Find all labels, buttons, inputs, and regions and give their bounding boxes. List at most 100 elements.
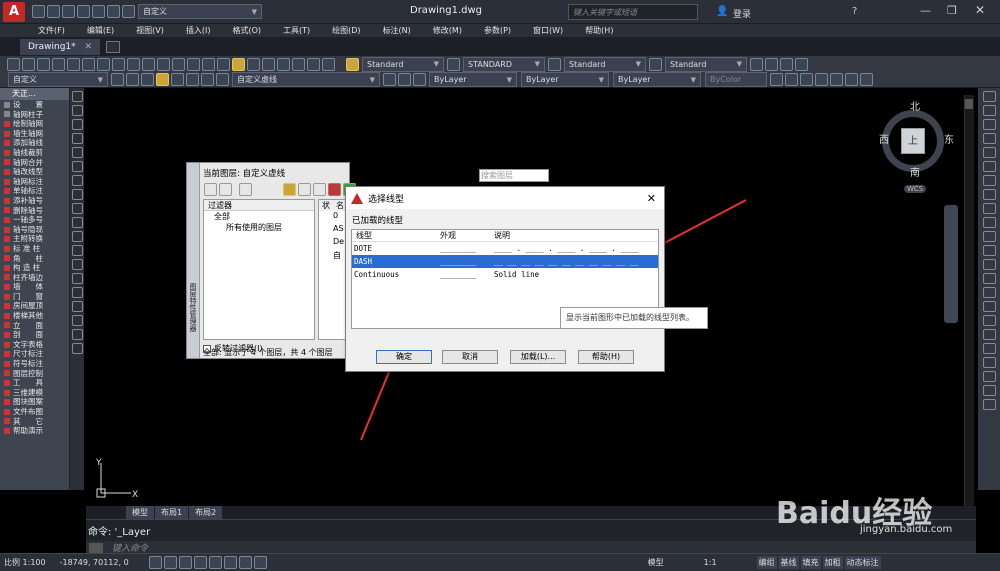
new-property-filter-icon[interactable]: [204, 183, 217, 196]
undo-icon[interactable]: [107, 5, 120, 18]
palette-item[interactable]: 立 面: [0, 321, 69, 331]
palette-item[interactable]: 剖 面: [0, 330, 69, 340]
status-icon[interactable]: [148, 556, 162, 569]
palette-item[interactable]: 符号标注: [0, 359, 69, 369]
fillet-icon[interactable]: [982, 287, 996, 298]
menu-tools[interactable]: 工具(T): [283, 25, 310, 36]
maximize-button[interactable]: ❐: [947, 4, 957, 17]
tab-close-icon[interactable]: ✕: [85, 42, 93, 52]
palette-item[interactable]: 标 准 柱: [0, 244, 69, 254]
palette-item[interactable]: 轴线裁剪: [0, 148, 69, 158]
zoom-window-icon[interactable]: [202, 57, 215, 71]
toolbar-icon[interactable]: [750, 57, 763, 71]
menu-dimension[interactable]: 标注(N): [383, 25, 411, 36]
layer-row[interactable]: 自: [319, 250, 348, 263]
zoom-previous-icon[interactable]: [217, 57, 230, 71]
pan-icon[interactable]: [172, 57, 185, 71]
viewcube[interactable]: 上 北 南 东 西 WCS: [874, 98, 958, 198]
palette-item[interactable]: 一轴多号: [0, 215, 69, 225]
preview-icon[interactable]: [67, 57, 80, 71]
stretch-icon[interactable]: [982, 203, 996, 214]
polygon-icon[interactable]: [71, 133, 83, 144]
tab-layout1[interactable]: 布局1: [155, 506, 189, 519]
mleader-style-icon[interactable]: [649, 57, 662, 71]
palette-item[interactable]: 构 造 柱: [0, 263, 69, 273]
new-group-filter-icon[interactable]: [219, 183, 232, 196]
compass-west[interactable]: 西: [879, 131, 889, 146]
open-icon[interactable]: [22, 57, 35, 71]
lineweight-select[interactable]: ByLayer ▼: [613, 72, 701, 87]
light-bulb-icon[interactable]: [156, 73, 169, 86]
layer-icon[interactable]: [216, 73, 229, 86]
toolbar-icon[interactable]: [830, 73, 843, 86]
palette-item[interactable]: 房间屋顶: [0, 301, 69, 311]
break-icon[interactable]: [982, 245, 996, 256]
tree-all[interactable]: 全部: [204, 211, 314, 222]
dim-style-select[interactable]: STANDARD ▼: [463, 56, 545, 72]
mleader-style-select[interactable]: Standard ▼: [665, 56, 747, 72]
palette-item[interactable]: 其 它: [0, 417, 69, 427]
text-style-select[interactable]: Standard ▼: [362, 56, 444, 72]
palette-item[interactable]: 轴改线型: [0, 167, 69, 177]
region-icon[interactable]: [71, 315, 83, 326]
palette-item[interactable]: 帮助演示: [0, 426, 69, 436]
palette-item[interactable]: 单轴标注: [0, 186, 69, 196]
scale-readout[interactable]: 比例 1:100: [4, 557, 46, 568]
toolbar-icon[interactable]: [845, 73, 858, 86]
layer-icon[interactable]: [111, 73, 124, 86]
palette-item[interactable]: 文件布图: [0, 407, 69, 417]
status-icon[interactable]: [178, 556, 192, 569]
status-icon[interactable]: [238, 556, 252, 569]
tab-model[interactable]: 模型: [126, 506, 154, 519]
help-icon[interactable]: [322, 57, 335, 71]
toolbar-icon[interactable]: [770, 73, 783, 86]
mirror-icon[interactable]: [982, 119, 996, 130]
new-tab-button[interactable]: [106, 40, 121, 53]
col-linetype[interactable]: 线型: [352, 230, 440, 241]
sheet-set-icon[interactable]: [277, 57, 290, 71]
layer-row[interactable]: 0: [319, 211, 348, 224]
viewcube-top-face[interactable]: 上: [901, 128, 925, 154]
status-icon[interactable]: [253, 556, 267, 569]
status-button-dynamic-dim[interactable]: 动态标注: [844, 556, 881, 569]
delete-layer-x-icon[interactable]: [328, 183, 341, 196]
new-icon[interactable]: [32, 5, 45, 18]
design-center-icon[interactable]: [247, 57, 260, 71]
wcs-menu[interactable]: WCS: [904, 185, 927, 193]
undo-icon[interactable]: [142, 57, 155, 71]
revision-cloud-icon[interactable]: [71, 189, 83, 200]
status-button-bold[interactable]: 加粗: [822, 556, 843, 569]
cut-icon[interactable]: [82, 57, 95, 71]
status-icon[interactable]: [223, 556, 237, 569]
palette-item[interactable]: 轴网合并: [0, 158, 69, 168]
toolbar-icon[interactable]: [800, 73, 813, 86]
save-icon[interactable]: [62, 5, 75, 18]
toolbar-icon[interactable]: [982, 315, 996, 326]
ellipse-arc-icon[interactable]: [71, 231, 83, 242]
palette-item[interactable]: 墙生轴网: [0, 129, 69, 139]
paste-icon[interactable]: [112, 57, 125, 71]
palette-item[interactable]: 工 具: [0, 378, 69, 388]
palette-item[interactable]: 主附转换: [0, 234, 69, 244]
layer-manager-side-strip[interactable]: 图层特性管理器: [187, 163, 200, 358]
print-icon[interactable]: [52, 57, 65, 71]
palette-item[interactable]: 墙 体: [0, 282, 69, 292]
properties-icon[interactable]: [232, 57, 245, 71]
match-icon[interactable]: [127, 57, 140, 71]
layer-row[interactable]: AS: [319, 224, 348, 237]
palette-item[interactable]: 图层控制: [0, 369, 69, 379]
dim-style-icon[interactable]: [447, 57, 460, 71]
col-status[interactable]: 状: [319, 200, 330, 211]
linetype-select[interactable]: ByLayer ▼: [521, 72, 609, 87]
table-icon[interactable]: [71, 329, 83, 340]
toolbar-icon[interactable]: [860, 73, 873, 86]
menu-edit[interactable]: 编辑(E): [87, 25, 114, 36]
palette-item[interactable]: 三维建模: [0, 388, 69, 398]
minimize-button[interactable]: —: [920, 4, 931, 17]
menu-modify[interactable]: 修改(M): [433, 25, 462, 36]
toolbar-icon[interactable]: [982, 385, 996, 396]
status-icon[interactable]: [193, 556, 207, 569]
toolbar-icon[interactable]: [982, 329, 996, 340]
toolbar-icon[interactable]: [982, 357, 996, 368]
toolbar-icon[interactable]: [795, 57, 808, 71]
